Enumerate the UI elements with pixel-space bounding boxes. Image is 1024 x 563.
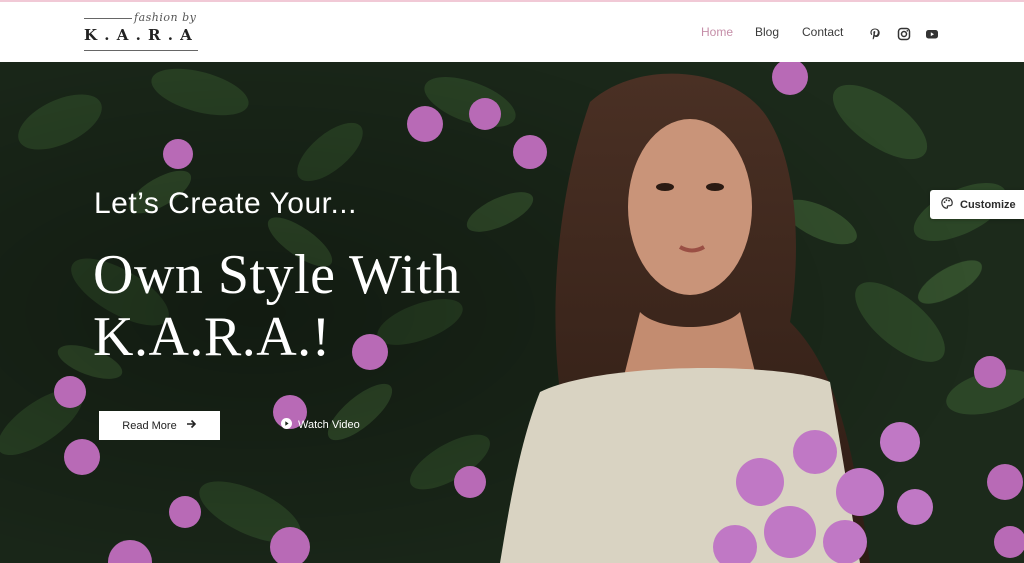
hero-title-line-1: Own Style With <box>93 244 461 306</box>
hero-title-line-2: K.A.R.A.! <box>93 306 331 368</box>
watch-video-label: Watch Video <box>298 419 360 431</box>
instagram-icon[interactable] <box>897 26 911 41</box>
nav-home[interactable]: Home <box>701 25 733 39</box>
logo-rule-bottom <box>84 50 198 51</box>
logo-script-text: fashion by <box>134 11 197 24</box>
youtube-icon[interactable] <box>925 26 939 40</box>
hero-title: Own Style With K.A.R.A.! <box>93 244 461 368</box>
watch-video-button[interactable]: Watch Video <box>281 418 360 432</box>
hero-kicker: Let’s Create Your... <box>94 187 357 220</box>
arrow-right-icon <box>186 419 197 432</box>
nav-contact[interactable]: Contact <box>802 25 843 39</box>
read-more-button[interactable]: Read More <box>99 411 220 440</box>
logo-rule-top <box>84 18 132 19</box>
customize-button[interactable]: Customize <box>930 190 1024 219</box>
nav-blog[interactable]: Blog <box>755 25 779 39</box>
palette-icon <box>941 197 953 212</box>
site-header: fashion by K . A . R . A Home Blog Conta… <box>0 2 1024 62</box>
logo-wordmark: K . A . R . A <box>84 26 193 44</box>
site-logo[interactable]: fashion by K . A . R . A <box>84 11 200 54</box>
play-circle-icon <box>281 418 292 432</box>
hero-banner: Let’s Create Your... Own Style With K.A.… <box>0 62 1024 563</box>
read-more-label: Read More <box>122 419 177 432</box>
customize-label: Customize <box>960 198 1016 211</box>
pinterest-icon[interactable] <box>868 26 882 40</box>
